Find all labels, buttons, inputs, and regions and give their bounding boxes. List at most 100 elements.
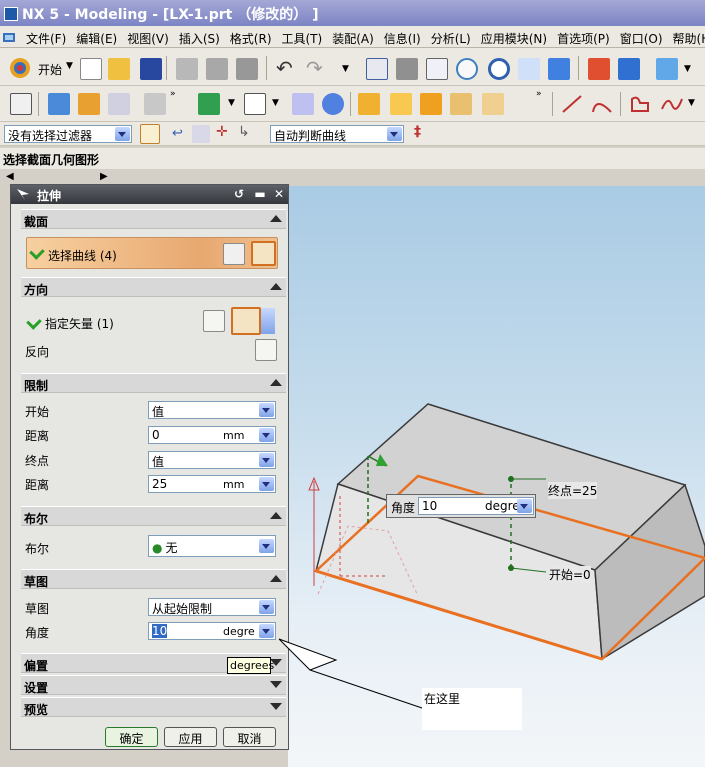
menu-format[interactable]: 格式(R) (224, 26, 276, 47)
draft-dropdown[interactable]: 从起始限制 (148, 598, 276, 616)
type-filter-icon[interactable] (140, 124, 160, 144)
start-limit-dropdown[interactable]: 值 (148, 401, 276, 419)
menu-view[interactable]: 视图(V) (121, 26, 173, 47)
fit-view-icon[interactable] (366, 58, 388, 80)
copy-icon[interactable] (206, 58, 228, 80)
menu-analysis[interactable]: 分析(L) (425, 26, 475, 47)
zoom-area-icon[interactable] (426, 58, 448, 80)
menu-window[interactable]: 窗口(O) (614, 26, 667, 47)
apply-button[interactable]: 应用 (164, 727, 217, 747)
section-header-limits[interactable]: 限制 (21, 373, 286, 393)
revolve-icon[interactable] (78, 93, 100, 115)
curve-dropdown-icon[interactable]: ▼ (688, 98, 695, 108)
spline-icon[interactable] (660, 93, 684, 115)
inferred-vector-icon[interactable] (231, 307, 261, 335)
minimize-dialog-icon[interactable]: ▬ (252, 187, 268, 202)
hole-icon[interactable] (144, 93, 166, 115)
shell-icon[interactable] (420, 93, 442, 115)
pan-icon[interactable] (518, 58, 540, 80)
reverse-direction-icon[interactable] (255, 339, 277, 361)
collapse-icon[interactable] (270, 283, 282, 290)
menu-edit[interactable]: 编辑(E) (70, 26, 121, 47)
section-header-draft[interactable]: 草图 (21, 569, 286, 589)
start-button[interactable]: 开始 (38, 61, 62, 78)
start-distance-input[interactable]: 0 mm (148, 426, 276, 444)
draft-icon[interactable] (450, 93, 472, 115)
menu-help[interactable]: 帮助(H) (667, 26, 705, 47)
collapse-icon[interactable] (270, 379, 282, 386)
selection-filter-dropdown[interactable]: 没有选择过滤器 (4, 125, 132, 143)
start-dropdown-icon[interactable]: ▼ (66, 61, 73, 71)
draft-angle-input[interactable]: 10 degre (148, 622, 276, 640)
sphere-icon[interactable] (322, 93, 344, 115)
view-orientation-icon[interactable] (656, 58, 678, 80)
app-menu-icon[interactable] (0, 27, 20, 46)
reset-dialog-icon[interactable]: ↺ (231, 187, 247, 202)
collapse-icon[interactable] (270, 575, 282, 582)
sketch-section-icon[interactable] (223, 243, 245, 265)
zoom-window-icon[interactable] (396, 58, 418, 80)
trim-body-icon[interactable] (482, 93, 504, 115)
move-layer-icon[interactable] (618, 58, 640, 80)
extrude-preview-3d[interactable] (288, 186, 705, 767)
select-all-icon[interactable] (192, 125, 210, 143)
expand-icon[interactable] (270, 681, 282, 688)
extrude-icon[interactable] (48, 93, 70, 115)
select-curve-row[interactable]: 选择曲线 (4) (26, 237, 278, 269)
profile-icon[interactable] (628, 93, 652, 115)
rotate-icon[interactable] (488, 58, 510, 80)
scroll-left-icon[interactable]: ◀ (6, 171, 14, 182)
toolbar-overflow-icon[interactable]: » (536, 89, 542, 99)
end-limit-dropdown[interactable]: 值 (148, 451, 276, 469)
snap-point-icon[interactable]: ✛ (216, 124, 228, 140)
open-folder-icon[interactable] (108, 58, 130, 80)
sweep-icon[interactable] (108, 93, 130, 115)
reset-filter-icon[interactable]: ↩ (172, 126, 183, 141)
section-header-settings[interactable]: 设置 (21, 675, 286, 695)
edge-blend-icon[interactable] (358, 93, 380, 115)
arc-icon[interactable] (590, 93, 614, 115)
menu-file[interactable]: 文件(F) (20, 26, 70, 47)
undo-icon[interactable]: ↶ (276, 56, 293, 80)
save-icon[interactable] (140, 58, 162, 80)
boolean-dropdown[interactable]: ● 无 (148, 535, 276, 557)
layer-settings-icon[interactable] (588, 58, 610, 80)
menu-info[interactable]: 信息(I) (378, 26, 425, 47)
curve-select-icon[interactable] (251, 241, 276, 266)
section-header-section[interactable]: 截面 (21, 209, 286, 229)
start-icon[interactable] (8, 56, 32, 80)
line-icon[interactable] (560, 93, 584, 115)
curve-rule-dropdown[interactable]: 自动判断曲线 (270, 125, 404, 143)
plane-dropdown-icon[interactable]: ▼ (272, 98, 279, 108)
sketch-icon[interactable] (10, 93, 32, 115)
menu-tools[interactable]: 工具(T) (276, 26, 327, 47)
datum-point-icon[interactable] (198, 93, 220, 115)
menu-insert[interactable]: 插入(S) (173, 26, 224, 47)
toolbar-overflow-icon[interactable]: » (170, 89, 176, 99)
close-icon[interactable]: ✕ (271, 187, 287, 202)
menu-preferences[interactable]: 首选项(P) (551, 26, 614, 47)
curve-rule-icon[interactable]: ↳ (238, 124, 250, 140)
menu-assembly[interactable]: 装配(A) (326, 26, 378, 47)
section-header-boolean[interactable]: 布尔 (21, 506, 286, 526)
datum-dropdown-icon[interactable]: ▼ (228, 98, 235, 108)
zoom-icon[interactable] (456, 58, 478, 80)
vector-dropdown-icon[interactable] (261, 308, 275, 334)
section-header-direction[interactable]: 方向 (21, 277, 286, 297)
ok-button[interactable]: 确定 (105, 727, 158, 747)
graphics-viewport[interactable]: 角度 10 degre 终点=25 开始=0 (288, 186, 705, 767)
stop-at-intersection-icon[interactable]: ‡ (414, 124, 421, 140)
expand-icon[interactable] (270, 703, 282, 710)
section-header-preview[interactable]: 预览 (21, 697, 286, 717)
end-distance-input[interactable]: 25 mm (148, 475, 276, 493)
new-file-icon[interactable] (80, 58, 102, 80)
collapse-icon[interactable] (270, 215, 282, 222)
paste-icon[interactable] (236, 58, 258, 80)
toolbar-overflow-icon[interactable]: ▼ (342, 64, 349, 74)
datum-plane-icon[interactable] (244, 93, 266, 115)
menu-application[interactable]: 应用模块(N) (475, 26, 551, 47)
collapse-icon[interactable] (270, 512, 282, 519)
cut-icon[interactable] (176, 58, 198, 80)
chamfer-icon[interactable] (390, 93, 412, 115)
scroll-right-icon[interactable]: ▶ (100, 171, 108, 182)
